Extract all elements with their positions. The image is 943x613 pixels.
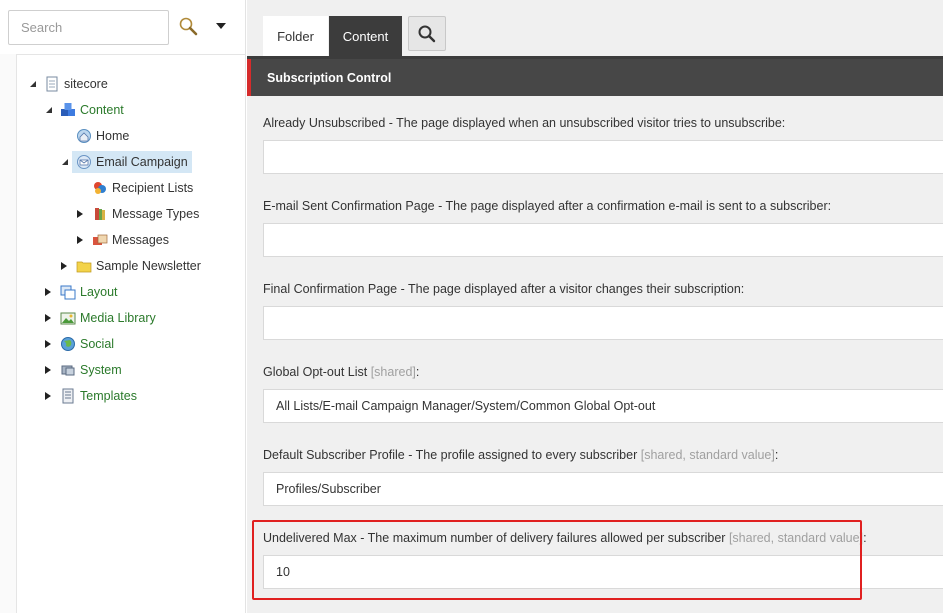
collapsed-arrow-icon[interactable] bbox=[43, 391, 53, 401]
recipient-lists-icon bbox=[94, 182, 106, 194]
tab-folder[interactable]: Folder bbox=[263, 16, 328, 56]
tree-item-messages[interactable]: Messages bbox=[73, 229, 243, 251]
tree-item-label: Home bbox=[96, 129, 130, 143]
system-icon bbox=[61, 365, 75, 376]
messages-icon bbox=[93, 234, 108, 245]
tree-item-label: Messages bbox=[112, 233, 169, 247]
field-label-final-confirmation: Final Confirmation Page - The page displ… bbox=[263, 282, 745, 296]
field-meta: [shared, standard value] bbox=[728, 531, 864, 545]
tab-label: Folder bbox=[277, 28, 314, 44]
editor-tab-bar: Folder Content bbox=[247, 0, 943, 56]
field-label-already-unsubscribed: Already Unsubscribed - The page displaye… bbox=[263, 116, 786, 130]
tree-item-sitecore[interactable]: sitecore bbox=[25, 73, 225, 95]
field-label-undelivered-max: Undelivered Max - The maximum number of … bbox=[263, 531, 867, 545]
field-input-undelivered-max[interactable]: 10 bbox=[263, 555, 943, 589]
media-library-icon bbox=[60, 312, 76, 325]
tree-item-label: Content bbox=[80, 103, 124, 117]
field-label-email-sent-confirmation: E-mail Sent Confirmation Page - The page… bbox=[263, 199, 832, 213]
tree-item-content[interactable]: Content bbox=[41, 99, 241, 121]
field-input-already-unsubscribed[interactable] bbox=[263, 140, 943, 174]
page-icon bbox=[46, 76, 58, 92]
expanded-arrow-icon[interactable] bbox=[28, 79, 38, 89]
field-meta: [shared, standard value] bbox=[640, 448, 775, 462]
search-button[interactable] bbox=[178, 16, 200, 38]
tree-item-sample-newsletter[interactable]: Sample Newsletter bbox=[57, 255, 242, 277]
collapsed-arrow-icon[interactable] bbox=[43, 365, 53, 375]
tree-item-label: Recipient Lists bbox=[112, 181, 194, 195]
collapsed-arrow-icon[interactable] bbox=[43, 339, 53, 349]
tree-item-label: System bbox=[80, 363, 122, 377]
tree-item-label: Sample Newsletter bbox=[96, 259, 201, 273]
search-input[interactable] bbox=[8, 10, 169, 45]
collapsed-arrow-icon[interactable] bbox=[75, 235, 85, 245]
field-input-global-opt-out[interactable]: All Lists/E-mail Campaign Manager/System… bbox=[263, 389, 943, 423]
tree-item-recipient-lists[interactable]: Recipient Lists bbox=[73, 177, 243, 199]
tree-item-system[interactable]: System bbox=[41, 359, 241, 381]
folder-icon bbox=[76, 261, 92, 273]
tree-item-home[interactable]: Home bbox=[57, 125, 237, 147]
content-cubes-icon bbox=[61, 103, 75, 116]
magnifier-icon bbox=[418, 25, 436, 42]
tree-item-message-types[interactable]: Message Types bbox=[73, 203, 243, 225]
expanded-arrow-icon[interactable] bbox=[44, 105, 54, 115]
layout-icon bbox=[60, 285, 76, 300]
content-tree-pane: sitecore Content Home Email Campaign Rec… bbox=[0, 0, 246, 613]
search-options-dropdown[interactable] bbox=[214, 20, 228, 32]
tab-search-button[interactable] bbox=[408, 16, 446, 51]
email-campaign-icon bbox=[77, 155, 91, 169]
tree-item-templates[interactable]: Templates bbox=[41, 385, 241, 407]
tree-item-label: Templates bbox=[80, 389, 137, 403]
tree-item-label: Media Library bbox=[80, 311, 156, 325]
tree-item-label: Email Campaign bbox=[96, 155, 188, 169]
tree-item-email-campaign[interactable]: Email Campaign bbox=[57, 151, 237, 173]
message-types-icon bbox=[95, 208, 105, 220]
field-input-default-subscriber-profile[interactable]: Profiles/Subscriber bbox=[263, 472, 943, 506]
tab-label: Content bbox=[342, 28, 389, 44]
field-input-email-sent-confirmation[interactable] bbox=[263, 223, 943, 257]
field-label-default-subscriber-profile: Default Subscriber Profile - The profile… bbox=[263, 448, 779, 462]
expanded-arrow-icon[interactable] bbox=[60, 157, 70, 167]
collapsed-arrow-icon[interactable] bbox=[75, 209, 85, 219]
home-globe-icon bbox=[77, 129, 91, 143]
field-label-global-opt-out: Global Opt-out List [shared]: bbox=[263, 365, 420, 379]
collapsed-arrow-icon[interactable] bbox=[43, 287, 53, 297]
caret-down-icon bbox=[216, 23, 226, 29]
collapsed-arrow-icon[interactable] bbox=[59, 261, 69, 271]
section-header[interactable]: Subscription Control bbox=[247, 59, 943, 96]
tree-item-label: sitecore bbox=[64, 77, 108, 91]
social-globe-icon bbox=[61, 337, 75, 351]
field-input-final-confirmation[interactable] bbox=[263, 306, 943, 340]
templates-icon bbox=[62, 388, 74, 404]
tree-gutter bbox=[0, 54, 17, 613]
tree-item-layout[interactable]: Layout bbox=[41, 281, 241, 303]
tree-item-label: Message Types bbox=[112, 207, 200, 221]
content-editor: Folder Content Subscription Control Alre… bbox=[247, 0, 943, 613]
field-meta: [shared] bbox=[370, 365, 416, 379]
tree-item-label: Layout bbox=[80, 285, 118, 299]
divider bbox=[0, 54, 246, 55]
collapsed-arrow-icon[interactable] bbox=[43, 313, 53, 323]
tree-item-media-library[interactable]: Media Library bbox=[41, 307, 241, 329]
tree-item-label: Social bbox=[80, 337, 115, 351]
section-title: Subscription Control bbox=[267, 70, 392, 85]
tree-item-social[interactable]: Social bbox=[41, 333, 241, 355]
magnifier-icon bbox=[179, 17, 198, 36]
tab-content[interactable]: Content bbox=[329, 16, 402, 56]
